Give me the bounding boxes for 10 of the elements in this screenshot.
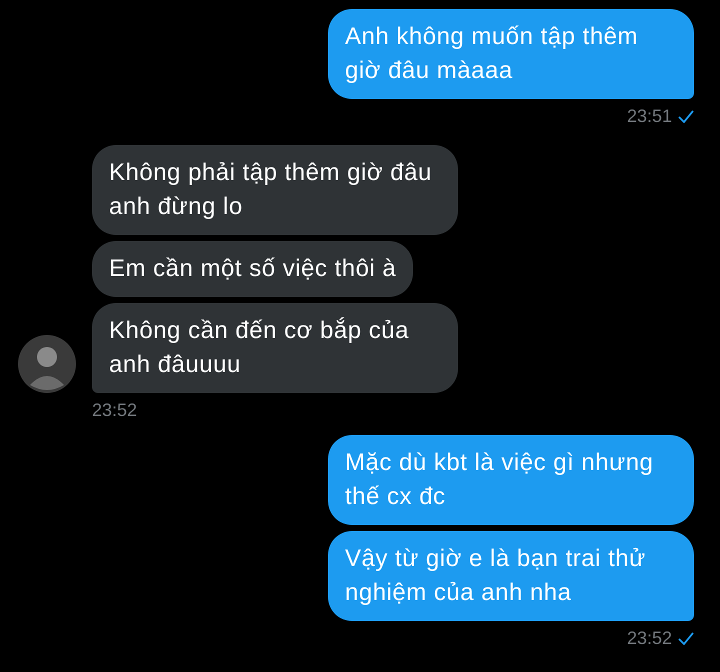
message-bubble: Vậy từ giờ e là bạn trai thử nghiệm của anh nha xyxy=(328,531,694,621)
message-bubble: Anh không muốn tập thêm giờ đâu màaaa xyxy=(328,9,694,99)
message-time: 23:52 xyxy=(626,627,672,649)
message-time: 23:51 xyxy=(626,105,672,127)
message-bubble: Không cần đến cơ bắp của anh đâuuuu xyxy=(92,303,458,393)
message-time: 23:52 xyxy=(92,399,138,421)
avatar[interactable] xyxy=(18,335,76,393)
message-bubble: Không phải tập thêm giờ đâu anh đừng lo xyxy=(92,145,458,235)
message-bubble: Em cần một số việc thôi à xyxy=(92,241,414,297)
message-bubble: Mặc dù kbt là việc gì nhưng thế cx đc xyxy=(328,435,694,525)
